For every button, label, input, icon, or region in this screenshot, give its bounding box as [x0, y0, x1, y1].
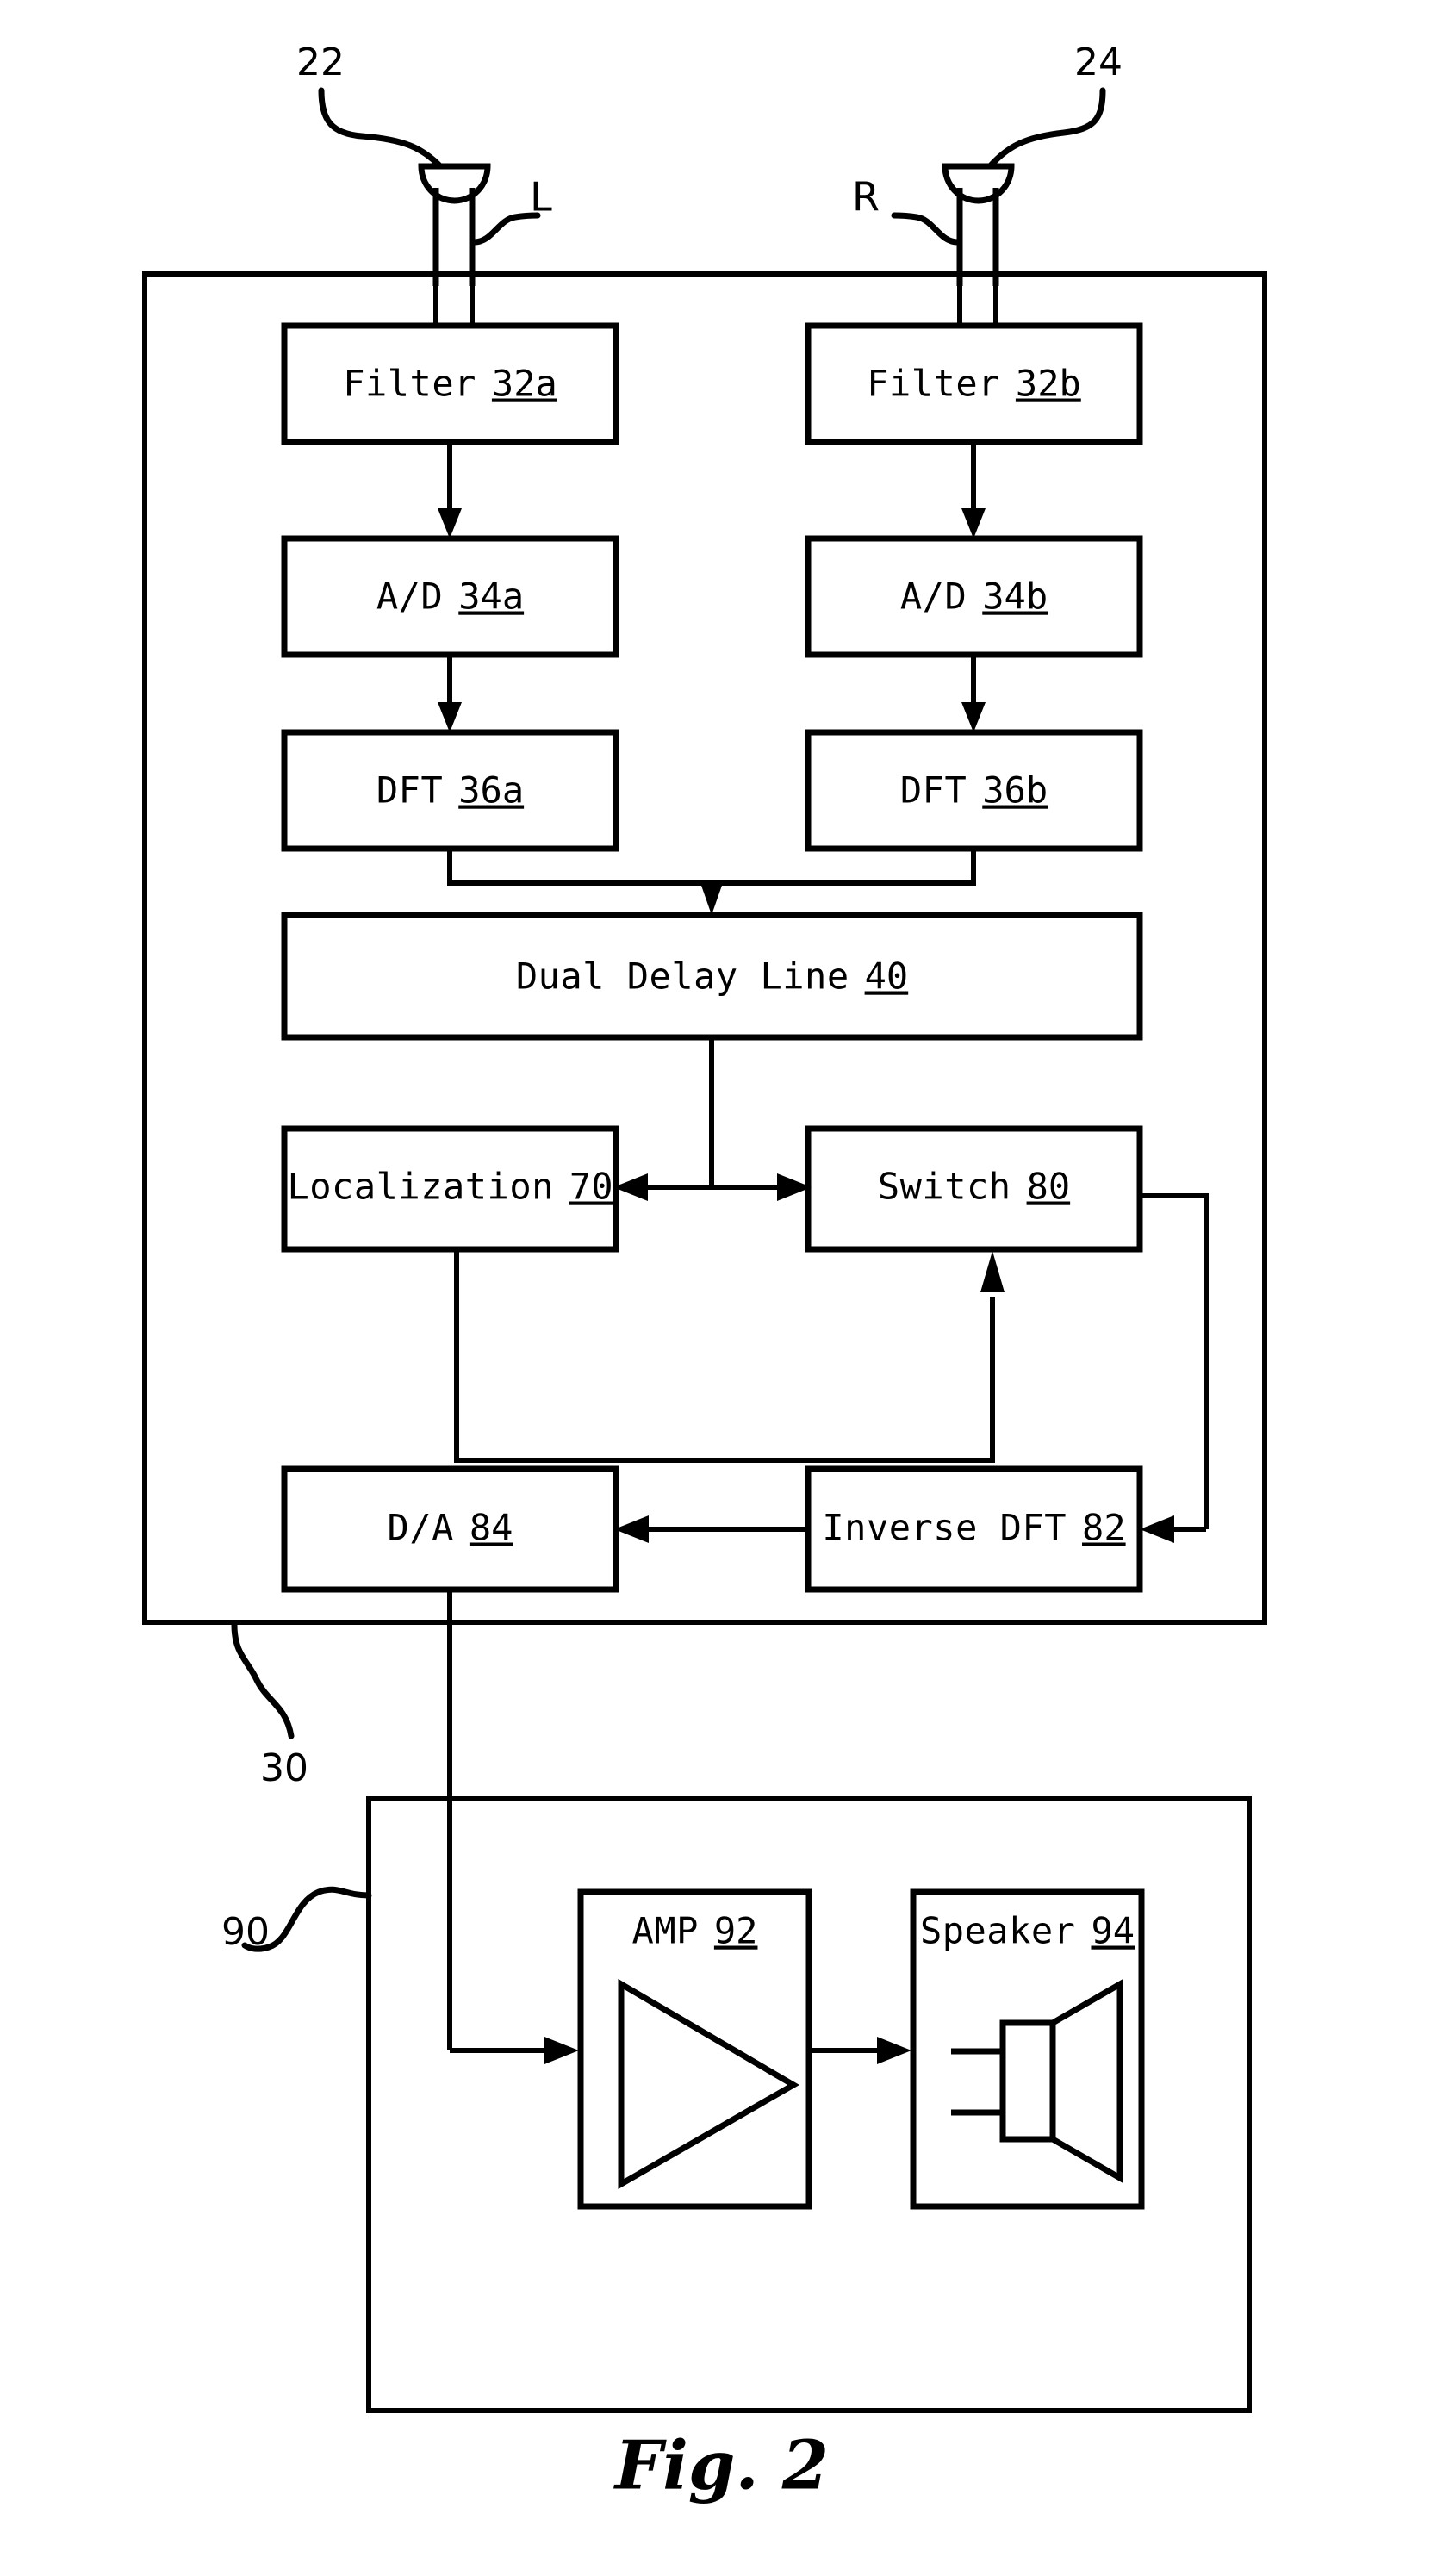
block-localization-num: 70 — [569, 1166, 613, 1208]
ref-numeral-30: 30 — [260, 1746, 308, 1790]
block-filter-32a-num: 32a — [492, 363, 557, 405]
block-ad-34b-name: A/D — [900, 576, 967, 618]
block-dft-36b[interactable]: DFT 36b — [805, 729, 1143, 852]
wire-ad34b-to-dft36b — [961, 655, 986, 732]
wire-ad34a-to-dft36a — [438, 655, 462, 732]
block-ad-34b-rect[interactable] — [805, 535, 1143, 658]
wire-inversedft-to-da — [614, 1515, 808, 1543]
ref-numeral-90-group: 90 — [221, 1886, 372, 1954]
wire-amp-to-speaker — [809, 2037, 911, 2064]
arrowhead-ad34b-to-dft36b — [961, 702, 986, 732]
arrowhead-feedback-into-switch — [980, 1251, 1005, 1292]
block-amp[interactable]: AMP 92 — [577, 1888, 812, 2210]
block-ad-34b[interactable]: A/D 34b — [805, 535, 1143, 658]
block-da[interactable]: D/A 84 — [281, 1465, 619, 1593]
block-dft-36b-num: 36b — [982, 769, 1048, 812]
ref-numeral-22-group: 22 — [296, 40, 443, 169]
arrowhead-into-speaker — [877, 2037, 911, 2064]
wire-filter32b-to-ad34b — [961, 442, 986, 538]
block-ad-34b-num: 34b — [982, 576, 1048, 618]
block-filter-32b-num: 32b — [1016, 363, 1081, 405]
block-amp-num: 92 — [714, 1910, 758, 1952]
microphone-capsule-left — [418, 163, 491, 204]
block-inverse-dft-name: Inverse DFT — [822, 1507, 1067, 1549]
block-filter-32b[interactable]: Filter 32b — [805, 322, 1143, 445]
block-switch[interactable]: Switch 80 — [805, 1125, 1143, 1253]
wire-switch-to-inversedft-path — [1140, 1193, 1209, 1529]
block-dft-36b-rect[interactable] — [805, 729, 1143, 852]
ref-numeral-24-group: 24 — [987, 40, 1123, 169]
block-dft-36a-name: DFT — [376, 769, 443, 812]
wire-da-to-amp — [450, 2037, 579, 2064]
ref-numeral-30-group: 30 — [231, 1621, 308, 1790]
wire-switch-to-inversedft — [1140, 1193, 1209, 1543]
block-da-num: 84 — [470, 1507, 513, 1549]
channel-label-left: L — [530, 174, 552, 221]
channel-label-right: R — [852, 174, 880, 221]
block-inverse-dft[interactable]: Inverse DFT 82 — [805, 1465, 1143, 1593]
block-switch-num: 80 — [1027, 1166, 1071, 1208]
block-filter-32a-name: Filter — [343, 363, 476, 405]
ref-numeral-90: 90 — [221, 1910, 270, 1954]
left-microphone-icon — [418, 163, 491, 286]
wire-dfts-to-dualdelayline — [447, 849, 976, 915]
block-amp-name: AMP — [632, 1910, 699, 1952]
arrowhead-filter32a-to-ad34a — [438, 508, 462, 538]
block-speaker[interactable]: Speaker 94 — [910, 1888, 1145, 2210]
patent-figure: 22 24 L R Filter 32a Filter 32b A/D 34a … — [0, 0, 1443, 2576]
wire-filter32a-to-ad34a — [438, 442, 462, 538]
arrowhead-into-inversedft — [1140, 1515, 1174, 1543]
arrowhead-to-dualdelayline — [700, 880, 724, 915]
arrowhead-ad34a-to-dft36a — [438, 702, 462, 732]
block-dual-delay-line-num: 40 — [865, 955, 909, 998]
block-ad-34a-num: 34a — [458, 576, 524, 618]
ref-numeral-24: 24 — [1074, 40, 1123, 84]
ref-numeral-22: 22 — [296, 40, 345, 84]
block-dft-36a-num: 36a — [458, 769, 524, 812]
block-ad-34a[interactable]: A/D 34a — [281, 535, 619, 658]
right-microphone-icon — [942, 163, 1015, 286]
block-dual-delay-line[interactable]: Dual Delay Line 40 — [281, 912, 1143, 1041]
figure-caption: Fig. 2 — [613, 2427, 829, 2505]
leader-line-R — [891, 212, 961, 246]
block-dft-36a[interactable]: DFT 36a — [281, 729, 619, 852]
block-dft-36a-rect[interactable] — [281, 729, 619, 852]
arrowhead-filter32b-to-ad34b — [961, 508, 986, 538]
block-ad-34a-rect[interactable] — [281, 535, 619, 658]
block-inverse-dft-num: 82 — [1082, 1507, 1126, 1549]
arrowhead-into-amp — [544, 2037, 579, 2064]
block-filter-32b-name: Filter — [867, 363, 1000, 405]
block-dual-delay-line-name: Dual Delay Line — [516, 955, 849, 998]
leader-line-L — [470, 212, 541, 246]
block-switch-name: Switch — [878, 1166, 1011, 1208]
microphone-capsule-right — [942, 163, 1015, 204]
figure-canvas: 22 24 L R Filter 32a Filter 32b A/D 34a … — [142, 40, 1267, 2505]
leader-line-30 — [231, 1621, 295, 1739]
wire-dft-merge-bus — [447, 849, 976, 886]
block-filter-32a[interactable]: Filter 32a — [281, 322, 619, 445]
block-dft-36b-name: DFT — [900, 769, 967, 812]
wire-localization-feedback-path — [454, 1249, 995, 1463]
block-localization-name: Localization — [287, 1166, 553, 1208]
leader-line-22 — [318, 87, 443, 169]
wire-localization-to-switch-feedback — [454, 1249, 1005, 1463]
block-da-name: D/A — [388, 1507, 454, 1549]
block-speaker-name: Speaker — [920, 1910, 1076, 1952]
right-channel-label-group: R — [852, 174, 961, 246]
block-localization[interactable]: Localization 70 — [281, 1125, 619, 1253]
block-speaker-num: 94 — [1091, 1910, 1135, 1952]
leader-line-24 — [987, 87, 1106, 169]
arrowhead-into-da — [614, 1515, 649, 1543]
block-ad-34a-name: A/D — [376, 576, 443, 618]
